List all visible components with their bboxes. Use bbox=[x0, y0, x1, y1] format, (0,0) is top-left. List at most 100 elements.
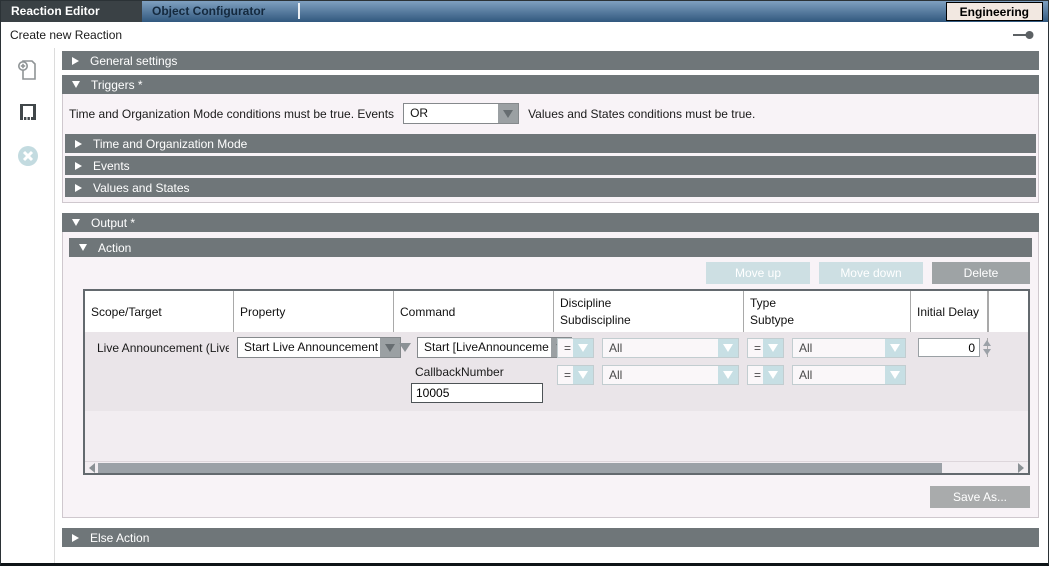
left-toolbar bbox=[1, 48, 55, 564]
chevron-down-icon[interactable] bbox=[885, 366, 905, 384]
subtype-dropdown[interactable]: All bbox=[792, 365, 906, 385]
scrollbar-track[interactable] bbox=[98, 463, 1015, 473]
accordion-values-and-states[interactable]: Values and States bbox=[65, 178, 1036, 197]
dropdown-value: Start [LiveAnnounceme bbox=[418, 338, 551, 357]
body: General settings Triggers * Time and Org… bbox=[1, 48, 1048, 564]
chevron-down-icon[interactable] bbox=[573, 366, 593, 384]
chevron-down-icon[interactable] bbox=[718, 366, 738, 384]
accordion-triggers[interactable]: Triggers * bbox=[62, 75, 1039, 94]
discipline-dropdown[interactable]: All bbox=[602, 338, 739, 358]
cancel-button[interactable] bbox=[15, 144, 41, 170]
dropdown-value: = bbox=[748, 366, 763, 384]
save-as-button[interactable]: Save As... bbox=[930, 486, 1030, 508]
chevron-right-icon bbox=[75, 140, 82, 148]
tabbar-fill bbox=[300, 1, 946, 22]
accordion-label: Values and States bbox=[93, 181, 190, 195]
chevron-right-icon bbox=[72, 57, 79, 65]
move-down-button[interactable]: Move down bbox=[819, 262, 923, 284]
row-expander-icon[interactable] bbox=[399, 343, 411, 352]
tab-reaction-editor[interactable]: Reaction Editor bbox=[1, 1, 142, 22]
subdiscipline-operator-dropdown[interactable]: = bbox=[557, 365, 594, 385]
column-header-type: Type Subtype bbox=[743, 291, 910, 332]
engineering-mode-button[interactable]: Engineering bbox=[946, 2, 1043, 21]
column-header-command: Command bbox=[393, 291, 553, 332]
chevron-right-icon bbox=[75, 184, 82, 192]
column-header-discipline: Discipline Subdiscipline bbox=[553, 291, 743, 332]
initial-delay-input[interactable] bbox=[918, 338, 980, 357]
accordion-label: Else Action bbox=[90, 531, 149, 545]
chevron-down-icon[interactable] bbox=[763, 366, 783, 384]
type-operator-dropdown[interactable]: = bbox=[747, 338, 784, 358]
horizontal-scrollbar[interactable] bbox=[85, 461, 1028, 473]
subdiscipline-dropdown[interactable]: All bbox=[602, 365, 739, 385]
scrollbar-thumb[interactable] bbox=[98, 463, 942, 473]
save-as-row: Save As... bbox=[69, 475, 1032, 515]
dropdown-value: All bbox=[603, 339, 718, 357]
dropdown-value: All bbox=[603, 366, 718, 384]
delete-button[interactable]: Delete bbox=[932, 262, 1030, 284]
new-document-icon bbox=[16, 58, 40, 85]
chevron-down-icon bbox=[79, 244, 87, 251]
accordion-label: Events bbox=[93, 159, 130, 173]
parameter-label: CallbackNumber bbox=[411, 365, 549, 379]
trigger-condition-row: Time and Organization Mode conditions mu… bbox=[63, 94, 1038, 134]
output-panel: Action Move up Move down Delete Scope/Ta… bbox=[62, 232, 1039, 518]
dropdown-value: = bbox=[748, 339, 763, 357]
page-title: Create new Reaction bbox=[10, 28, 1013, 42]
close-icon bbox=[16, 144, 40, 171]
accordion-time-organization-mode[interactable]: Time and Organization Mode bbox=[65, 134, 1036, 153]
tab-object-configurator[interactable]: Object Configurator bbox=[142, 1, 298, 22]
delay-spinner[interactable] bbox=[983, 340, 991, 355]
dropdown-value: All bbox=[793, 339, 885, 357]
condition-text-before: Time and Organization Mode conditions mu… bbox=[69, 107, 394, 121]
subtype-operator-dropdown[interactable]: = bbox=[747, 365, 784, 385]
pin-icon[interactable] bbox=[1013, 30, 1035, 40]
accordion-events[interactable]: Events bbox=[65, 156, 1036, 175]
chevron-down-icon[interactable] bbox=[718, 339, 738, 357]
chevron-down-icon[interactable] bbox=[885, 339, 905, 357]
tab-bar: Reaction Editor Object Configurator Engi… bbox=[1, 1, 1048, 22]
column-header-scope-target: Scope/Target bbox=[85, 291, 233, 332]
property-dropdown[interactable]: Start Live Announcement bbox=[237, 337, 401, 358]
column-header-property: Property bbox=[233, 291, 393, 332]
dropdown-value: = bbox=[558, 339, 573, 357]
column-header-spare bbox=[988, 291, 1028, 332]
chevron-down-icon[interactable] bbox=[498, 104, 518, 123]
dropdown-value: All bbox=[793, 366, 885, 384]
column-header-initial-delay: Initial Delay bbox=[910, 291, 988, 332]
scroll-left-icon[interactable] bbox=[89, 463, 95, 473]
new-reaction-button[interactable] bbox=[15, 58, 41, 84]
scroll-right-icon[interactable] bbox=[1018, 463, 1024, 473]
action-table: Scope/Target Property Command Discipline… bbox=[83, 289, 1030, 475]
command-dropdown[interactable]: Start [LiveAnnounceme bbox=[417, 337, 572, 358]
accordion-label: General settings bbox=[90, 54, 177, 68]
chevron-down-icon bbox=[72, 219, 80, 226]
callback-number-input[interactable] bbox=[411, 383, 543, 403]
table-subrow: CallbackNumber = All bbox=[85, 365, 1028, 403]
move-up-button[interactable]: Move up bbox=[706, 262, 810, 284]
accordion-action[interactable]: Action bbox=[69, 238, 1032, 257]
events-operator-dropdown[interactable]: OR bbox=[403, 103, 519, 124]
main-content: General settings Triggers * Time and Org… bbox=[55, 48, 1048, 564]
table-row[interactable]: Live Announcement (Live Anno Start Live … bbox=[85, 335, 1028, 360]
spinner-up-icon[interactable] bbox=[983, 340, 991, 346]
accordion-label: Output * bbox=[91, 216, 135, 230]
discipline-operator-dropdown[interactable]: = bbox=[557, 338, 594, 358]
save-button[interactable] bbox=[15, 101, 41, 127]
title-bar: Create new Reaction bbox=[1, 22, 1048, 48]
chevron-down-icon bbox=[72, 81, 80, 88]
accordion-label: Time and Organization Mode bbox=[93, 137, 247, 151]
accordion-output[interactable]: Output * bbox=[62, 213, 1039, 232]
accordion-else-action[interactable]: Else Action bbox=[62, 528, 1039, 547]
type-dropdown[interactable]: All bbox=[792, 338, 906, 358]
spinner-down-icon[interactable] bbox=[983, 349, 991, 355]
dropdown-value: = bbox=[558, 366, 573, 384]
dropdown-value: OR bbox=[404, 104, 498, 123]
action-button-row: Move up Move down Delete bbox=[69, 257, 1032, 289]
chevron-down-icon[interactable] bbox=[763, 339, 783, 357]
accordion-general-settings[interactable]: General settings bbox=[62, 51, 1039, 70]
table-header-row: Scope/Target Property Command Discipline… bbox=[85, 291, 1028, 332]
app-window: Reaction Editor Object Configurator Engi… bbox=[0, 0, 1049, 566]
trigger-subsections: Time and Organization Mode Events Values… bbox=[63, 134, 1038, 202]
chevron-down-icon[interactable] bbox=[573, 339, 593, 357]
